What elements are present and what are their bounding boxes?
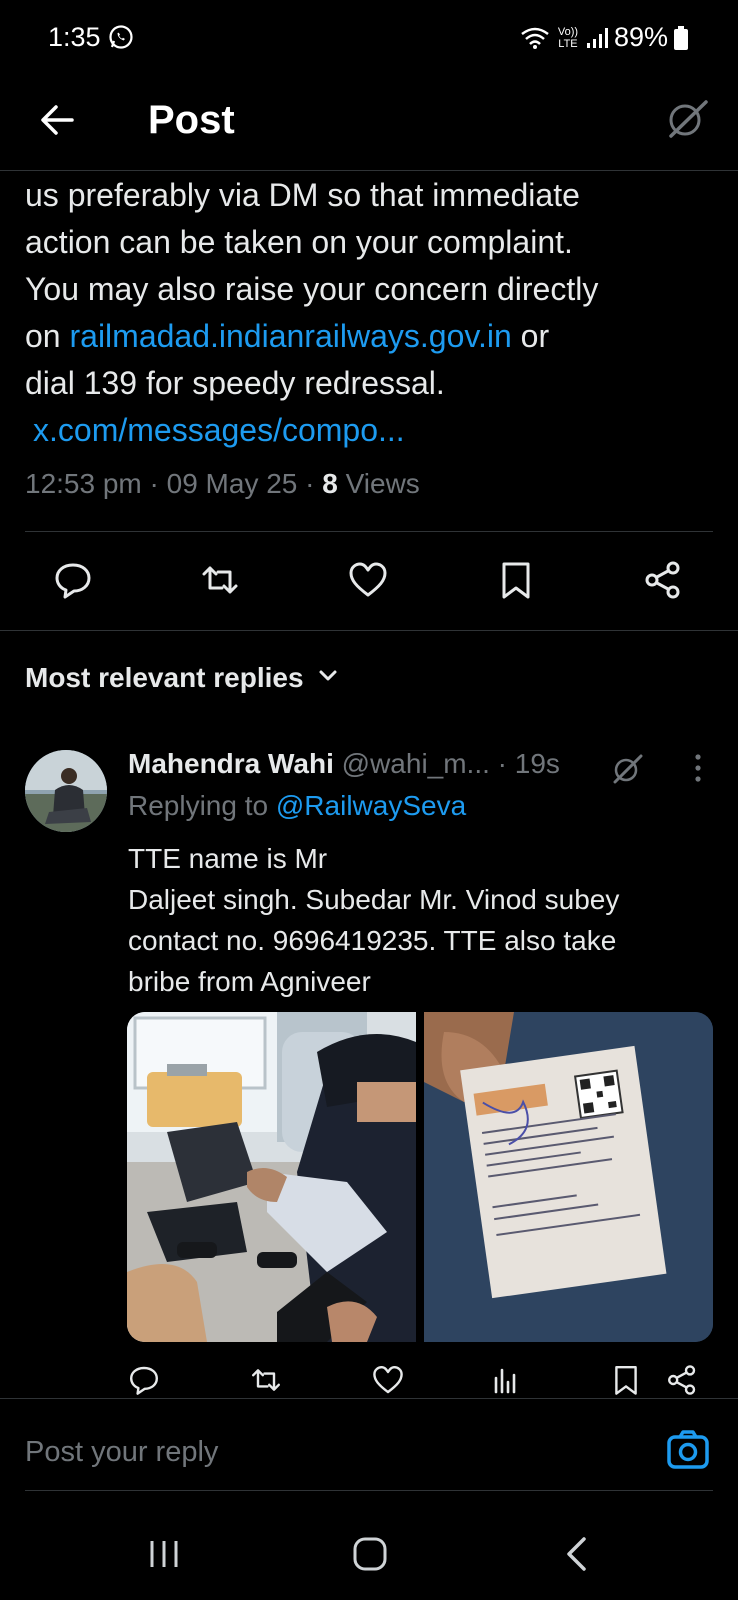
volte-label: Vo)) LTE — [557, 25, 579, 50]
back-icon[interactable] — [564, 1536, 588, 1577]
battery-percent: 89% — [613, 22, 668, 52]
reply-photo-ticket[interactable] — [424, 1012, 713, 1342]
reply-author-handle: @wahi_m... · 19s — [333, 748, 560, 779]
post-meta: 12:53 pm · 09 May 25 · 8 Views — [25, 468, 420, 500]
share-icon[interactable] — [643, 560, 683, 600]
like-icon[interactable] — [348, 560, 388, 600]
reply-text: TTE name is Mr Daljeet singh. Subedar Mr… — [128, 843, 620, 997]
system-navigation-bar — [0, 1520, 738, 1600]
replying-to: Replying to @RailwaySeva — [128, 790, 466, 822]
replying-prefix: Replying to — [128, 790, 276, 821]
camera-icon[interactable] — [666, 1428, 710, 1472]
wifi-icon — [520, 26, 550, 50]
arrow-left-icon[interactable] — [38, 100, 78, 140]
share-icon[interactable] — [666, 1364, 698, 1396]
post-action-bar — [0, 560, 738, 610]
views-icon[interactable] — [490, 1364, 522, 1396]
reply-author-name[interactable]: Mahendra Wahi — [128, 748, 334, 779]
bookmark-icon[interactable] — [496, 560, 536, 600]
signal-icon — [586, 27, 608, 49]
grok-icon[interactable] — [664, 96, 710, 142]
page-title: Post — [148, 98, 235, 142]
repost-icon[interactable] — [200, 560, 240, 600]
divider — [0, 1398, 738, 1399]
avatar[interactable] — [25, 750, 107, 832]
railmadad-link[interactable]: railmadad.indianrailways.gov.in — [69, 318, 511, 354]
repost-icon[interactable] — [250, 1364, 282, 1396]
chevron-down-icon — [316, 662, 340, 694]
reply-author[interactable]: Mahendra Wahi @wahi_m... · 19s — [128, 748, 560, 780]
reply-photo-train-interior[interactable] — [127, 1012, 416, 1342]
dm-compose-link[interactable]: x.com/messages/compo... — [33, 412, 405, 448]
status-time: 1:35 — [48, 22, 101, 52]
post-text: us preferably via DM so that immediate a… — [25, 172, 725, 454]
views-label: Views — [337, 468, 420, 499]
views-count: 8 — [322, 468, 338, 499]
divider — [25, 531, 713, 532]
status-bar: 1:35 Vo)) LTE 89% — [0, 0, 738, 78]
bookmark-icon[interactable] — [610, 1364, 642, 1396]
status-right: Vo)) LTE 89% — [520, 22, 688, 53]
divider — [0, 630, 738, 631]
top-app-bar: Post — [0, 78, 738, 170]
reply-icon[interactable] — [128, 1364, 160, 1396]
reply-input[interactable]: Post your reply — [25, 1436, 218, 1469]
like-icon[interactable] — [372, 1364, 404, 1396]
post-timestamp: 12:53 pm · 09 May 25 · — [25, 468, 323, 499]
header-divider — [0, 170, 738, 171]
divider — [25, 1490, 713, 1491]
recent-apps-icon[interactable] — [148, 1538, 180, 1575]
battery-icon — [674, 25, 688, 50]
home-icon[interactable] — [352, 1536, 388, 1577]
grok-icon[interactable] — [610, 752, 644, 786]
whatsapp-icon — [108, 24, 134, 50]
reply-icon[interactable] — [53, 560, 93, 600]
more-options-icon[interactable] — [688, 752, 708, 786]
replying-to-handle[interactable]: @RailwaySeva — [276, 790, 466, 821]
replies-sort-label: Most relevant replies — [25, 662, 304, 693]
replies-sort-dropdown[interactable]: Most relevant replies — [25, 662, 340, 694]
reply-action-bar — [0, 1364, 738, 1400]
